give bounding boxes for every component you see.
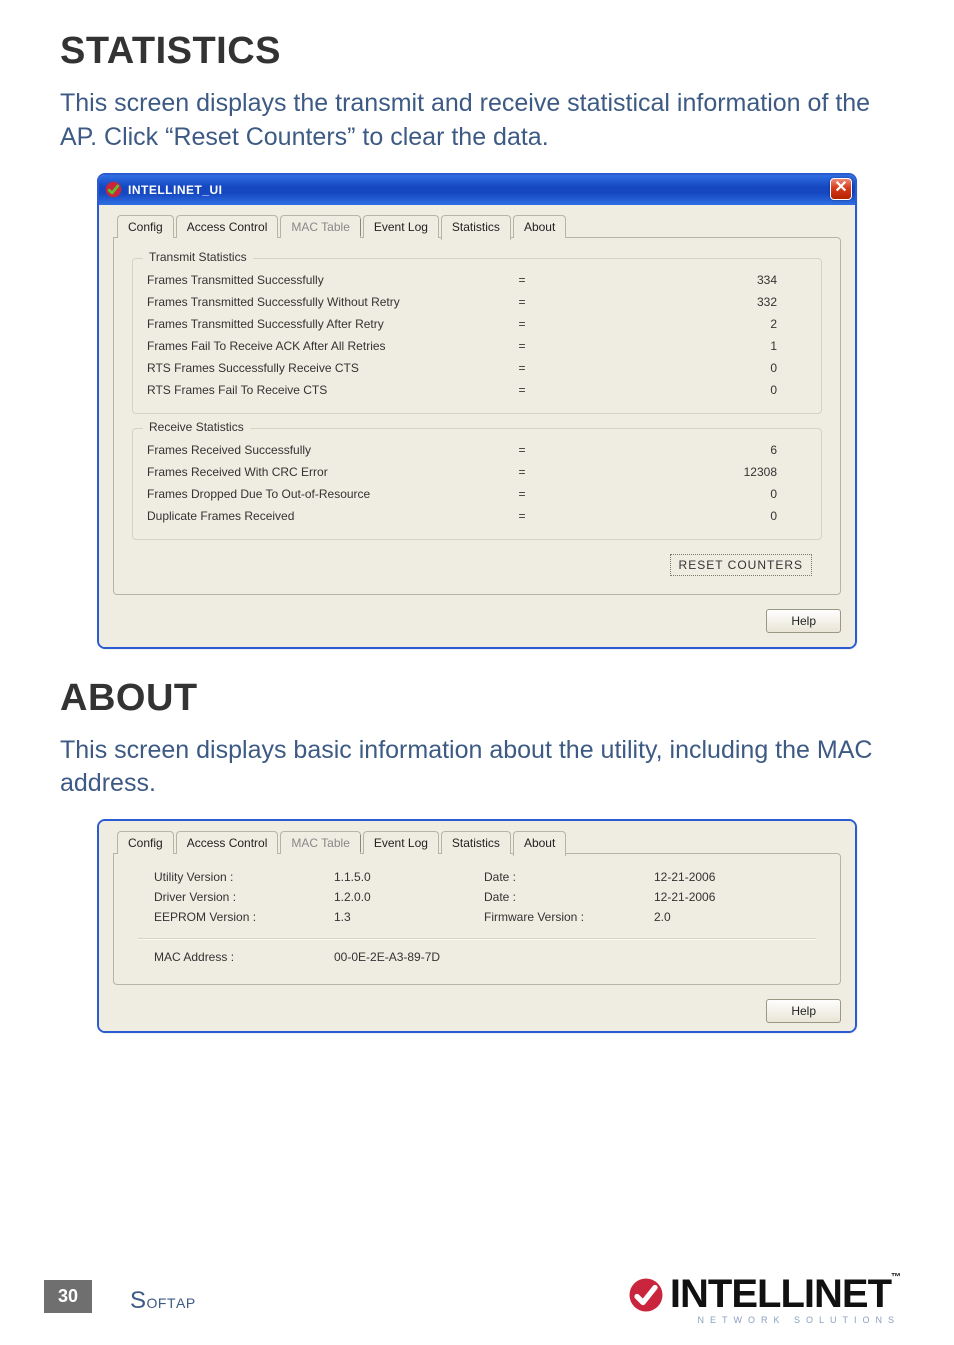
utility-version-value: 1.1.5.0: [334, 870, 484, 884]
stat-value: 0: [557, 361, 807, 375]
help-button[interactable]: Help: [766, 609, 841, 633]
section-description-about: This screen displays basic information a…: [60, 734, 894, 802]
receive-row: Frames Dropped Due To Out-of-Resource=0: [147, 483, 807, 505]
utility-date-label: Date :: [484, 870, 654, 884]
stat-value: 0: [557, 509, 807, 523]
page-number: 30: [44, 1280, 92, 1313]
receive-row: Duplicate Frames Received=0: [147, 505, 807, 527]
eeprom-version-value: 1.3: [334, 910, 484, 924]
section-heading-statistics: STATISTICS: [60, 30, 894, 73]
equals-sign: =: [487, 443, 557, 457]
tab-content-about: Utility Version : 1.1.5.0 Date : 12-21-2…: [113, 853, 841, 985]
tab-event-log[interactable]: Event Log: [363, 831, 439, 854]
transmit-row: Frames Transmitted Successfully Without …: [147, 291, 807, 313]
page-footer: 30 SoftAP INTELLINET™ NETWORK SOLUTIONS: [0, 1255, 954, 1345]
driver-date-value: 12-21-2006: [654, 890, 820, 904]
tab-mac-table[interactable]: MAC Table: [280, 215, 360, 238]
utility-version-label: Utility Version :: [154, 870, 334, 884]
help-button[interactable]: Help: [766, 999, 841, 1023]
stat-label: Frames Dropped Due To Out-of-Resource: [147, 487, 487, 501]
tab-about[interactable]: About: [513, 831, 566, 856]
brand-name: INTELLINET: [670, 1272, 891, 1316]
tab-access-control[interactable]: Access Control: [176, 215, 279, 238]
transmit-row: RTS Frames Fail To Receive CTS=0: [147, 379, 807, 401]
about-window: Config Access Control MAC Table Event Lo…: [97, 819, 857, 1033]
equals-sign: =: [487, 361, 557, 375]
stat-value: 2: [557, 317, 807, 331]
window-title: INTELLINET_UI: [128, 183, 223, 197]
transmit-legend: Transmit Statistics: [143, 250, 253, 264]
transmit-row: RTS Frames Successfully Receive CTS=0: [147, 357, 807, 379]
stat-value: 0: [557, 487, 807, 501]
stat-value: 0: [557, 383, 807, 397]
firmware-version-value: 2.0: [654, 910, 820, 924]
tab-strip: Config Access Control MAC Table Event Lo…: [113, 831, 841, 854]
stat-label: Frames Transmitted Successfully Without …: [147, 295, 487, 309]
transmit-row: Frames Transmitted Successfully After Re…: [147, 313, 807, 335]
equals-sign: =: [487, 465, 557, 479]
statistics-window: INTELLINET_UI ✕ Config Access Control MA…: [97, 173, 857, 649]
window-titlebar: INTELLINET_UI ✕: [99, 175, 855, 205]
stat-value: 332: [557, 295, 807, 309]
tab-statistics[interactable]: Statistics: [441, 831, 511, 854]
stat-value: 334: [557, 273, 807, 287]
tab-config[interactable]: Config: [117, 215, 174, 238]
firmware-version-label: Firmware Version :: [484, 910, 654, 924]
tab-about[interactable]: About: [513, 215, 566, 238]
stat-label: Frames Received Successfully: [147, 443, 487, 457]
receive-row: Frames Received With CRC Error=12308: [147, 461, 807, 483]
utility-date-value: 12-21-2006: [654, 870, 820, 884]
close-icon[interactable]: ✕: [830, 178, 852, 200]
tab-statistics[interactable]: Statistics: [441, 215, 511, 240]
transmit-statistics-group: Transmit Statistics Frames Transmitted S…: [132, 258, 822, 414]
transmit-row: Frames Transmitted Successfully=334: [147, 269, 807, 291]
transmit-row: Frames Fail To Receive ACK After All Ret…: [147, 335, 807, 357]
mac-address-label: MAC Address :: [154, 950, 334, 964]
section-description-statistics: This screen displays the transmit and re…: [60, 87, 894, 155]
tab-access-control[interactable]: Access Control: [176, 831, 279, 854]
receive-statistics-group: Receive Statistics Frames Received Succe…: [132, 428, 822, 540]
stat-label: Frames Transmitted Successfully After Re…: [147, 317, 487, 331]
driver-version-label: Driver Version :: [154, 890, 334, 904]
equals-sign: =: [487, 273, 557, 287]
equals-sign: =: [487, 487, 557, 501]
receive-legend: Receive Statistics: [143, 420, 250, 434]
section-heading-about: ABOUT: [60, 677, 894, 720]
stat-label: RTS Frames Successfully Receive CTS: [147, 361, 487, 375]
stat-label: Frames Transmitted Successfully: [147, 273, 487, 287]
tab-config[interactable]: Config: [117, 831, 174, 854]
app-icon: [105, 181, 122, 198]
driver-date-label: Date :: [484, 890, 654, 904]
footer-section-label: SoftAP: [130, 1287, 196, 1315]
tab-content-statistics: Transmit Statistics Frames Transmitted S…: [113, 237, 841, 595]
divider: [138, 938, 816, 940]
brand-tagline: NETWORK SOLUTIONS: [628, 1315, 900, 1325]
stat-value: 12308: [557, 465, 807, 479]
driver-version-value: 1.2.0.0: [334, 890, 484, 904]
equals-sign: =: [487, 509, 557, 523]
equals-sign: =: [487, 295, 557, 309]
brand-check-icon: [628, 1277, 664, 1313]
reset-counters-button[interactable]: RESET COUNTERS: [670, 554, 812, 576]
brand-logo: INTELLINET™ NETWORK SOLUTIONS: [628, 1272, 900, 1325]
stat-value: 1: [557, 339, 807, 353]
mac-address-value: 00-0E-2E-A3-89-7D: [334, 950, 820, 964]
equals-sign: =: [487, 339, 557, 353]
equals-sign: =: [487, 383, 557, 397]
tab-mac-table[interactable]: MAC Table: [280, 831, 360, 854]
stat-value: 6: [557, 443, 807, 457]
stat-label: RTS Frames Fail To Receive CTS: [147, 383, 487, 397]
tab-strip: Config Access Control MAC Table Event Lo…: [113, 215, 841, 238]
receive-row: Frames Received Successfully=6: [147, 439, 807, 461]
eeprom-version-label: EEPROM Version :: [154, 910, 334, 924]
tab-event-log[interactable]: Event Log: [363, 215, 439, 238]
equals-sign: =: [487, 317, 557, 331]
stat-label: Frames Fail To Receive ACK After All Ret…: [147, 339, 487, 353]
stat-label: Duplicate Frames Received: [147, 509, 487, 523]
stat-label: Frames Received With CRC Error: [147, 465, 487, 479]
